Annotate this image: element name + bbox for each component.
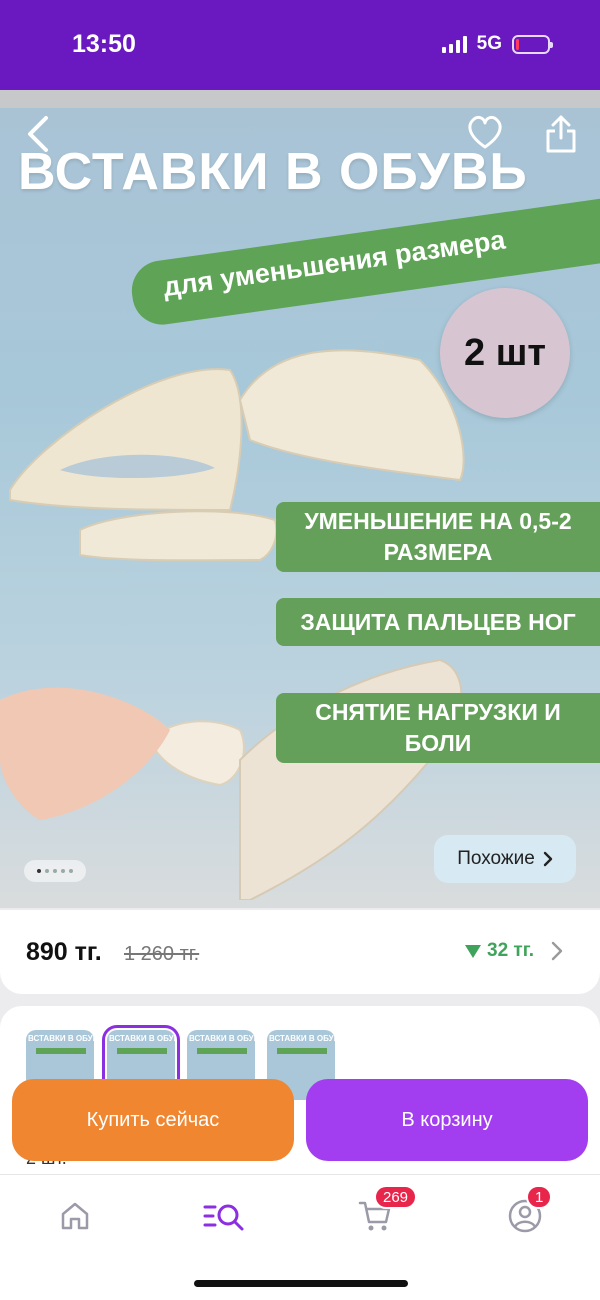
triangle-down-icon xyxy=(465,944,481,958)
tab-home[interactable] xyxy=(50,1191,100,1241)
cart-badge: 269 xyxy=(374,1185,418,1209)
feature-size-reduction: УМЕНЬШЕНИЕ НА 0,5-2 РАЗМЕРА xyxy=(276,502,600,572)
chevron-right-icon xyxy=(543,851,552,867)
carousel-dots xyxy=(24,860,86,882)
tab-profile[interactable]: 1 xyxy=(500,1185,553,1241)
current-price: 890 тг. xyxy=(26,938,102,966)
similar-button[interactable]: Похожие xyxy=(434,835,576,883)
old-price: 1 260 тг. xyxy=(124,943,200,965)
battery-icon xyxy=(512,34,553,54)
product-image-carousel[interactable]: ВСТАВКИ В ОБУВЬ для уменьшения размера 2… xyxy=(0,90,600,908)
similar-label: Похожие xyxy=(457,848,535,869)
catalog-search-icon xyxy=(203,1204,244,1231)
feature-pain-relief: СНЯТИЕ НАГРУЗКИ И БОЛИ xyxy=(276,693,600,763)
discount-amount: 32 тг. xyxy=(487,940,535,961)
price-card[interactable]: 890 тг. 1 260 тг. 32 тг. xyxy=(0,910,600,994)
heart-icon[interactable] xyxy=(465,114,505,155)
tab-catalog[interactable] xyxy=(199,1191,249,1241)
add-to-cart-button[interactable]: В корзину xyxy=(306,1079,588,1161)
share-icon[interactable] xyxy=(543,114,579,159)
hero-title: ВСТАВКИ В ОБУВЬ xyxy=(18,143,528,201)
feature-toe-protection: ЗАЩИТА ПАЛЬЦЕВ НОГ xyxy=(276,598,600,646)
profile-badge: 1 xyxy=(526,1185,553,1209)
status-bar: 13:50 5G xyxy=(0,0,600,90)
status-indicators: 5G xyxy=(441,33,553,55)
buy-now-button[interactable]: Купить сейчас xyxy=(12,1079,294,1161)
chevron-right-icon[interactable] xyxy=(551,941,563,961)
signal-icon xyxy=(441,35,467,53)
back-icon[interactable] xyxy=(24,114,52,159)
home-indicator xyxy=(194,1280,408,1287)
tab-cart[interactable]: 269 xyxy=(350,1185,418,1241)
home-icon xyxy=(61,1202,89,1230)
status-time: 13:50 xyxy=(72,30,136,58)
discount: 32 тг. xyxy=(465,940,534,962)
network-label: 5G xyxy=(476,33,502,54)
